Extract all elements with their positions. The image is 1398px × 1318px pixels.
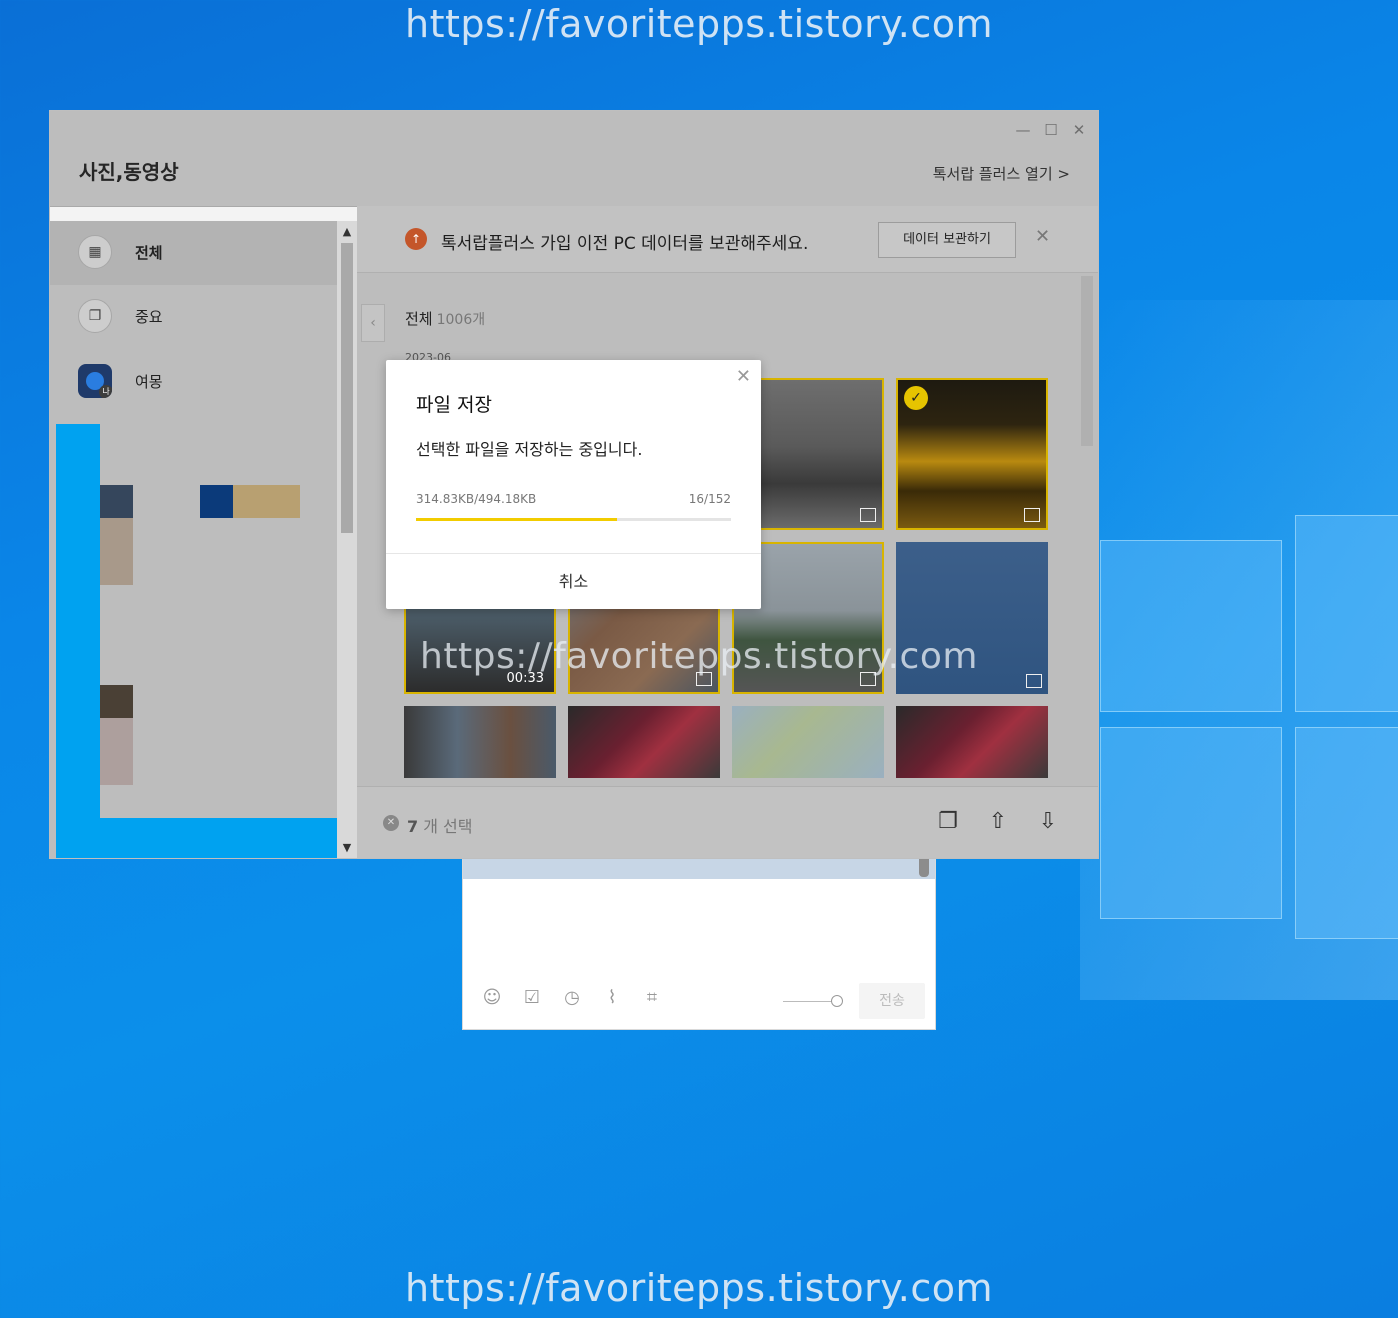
me-badge: 나 xyxy=(99,385,112,398)
windows-logo-pane xyxy=(1100,540,1282,712)
back-arrow-icon[interactable]: ‹ xyxy=(361,304,385,342)
gallery-title-text: 전체 xyxy=(405,310,433,328)
data-backup-button[interactable]: 데이터 보관하기 xyxy=(878,222,1016,258)
redaction-block xyxy=(100,685,133,718)
chat-window: ☺ ☑ ◷ ⌇ ⌗ 전송 xyxy=(462,850,936,1030)
photo-thumbnail[interactable] xyxy=(404,706,556,778)
share-icon[interactable]: ⇧ xyxy=(985,809,1011,835)
bookmark-icon[interactable]: ❐ xyxy=(935,809,961,835)
gallery-title: 전체 1006개 xyxy=(405,308,485,329)
sidebar-scrollbar[interactable]: ▲ ▼ xyxy=(337,221,357,858)
emoji-icon[interactable]: ☺ xyxy=(481,987,503,1009)
scroll-thumb[interactable] xyxy=(341,243,353,533)
banner-close-icon[interactable]: ✕ xyxy=(1035,226,1050,247)
progress-fill xyxy=(416,518,617,521)
photo-type-icon xyxy=(860,508,876,522)
scroll-up-icon[interactable]: ▲ xyxy=(337,225,357,238)
redaction-block xyxy=(200,485,233,518)
send-button[interactable]: 전송 xyxy=(859,983,925,1019)
screenshot-thumbnail[interactable] xyxy=(568,706,720,778)
bookmark-icon: ❐ xyxy=(78,299,112,333)
close-window-button[interactable]: ✕ xyxy=(1069,121,1089,139)
minimize-button[interactable]: — xyxy=(1013,121,1033,139)
chat-scrollbar[interactable] xyxy=(919,855,929,877)
dialog-close-icon[interactable]: ✕ xyxy=(736,366,751,387)
crop-icon[interactable]: ⌗ xyxy=(641,987,663,1009)
progress-bar xyxy=(416,518,731,521)
clear-selection-icon[interactable]: ✕ xyxy=(383,815,399,831)
gallery-count: 1006개 xyxy=(436,312,486,328)
redaction-block xyxy=(100,485,133,518)
selected-check-icon: ✓ xyxy=(904,386,928,410)
map-thumbnail[interactable] xyxy=(732,706,884,778)
download-icon[interactable]: ⇩ xyxy=(1035,809,1061,835)
maximize-button[interactable]: ☐ xyxy=(1041,121,1061,139)
backup-banner: ↑ 톡서랍플러스 가입 이전 PC 데이터를 보관해주세요. 데이터 보관하기 … xyxy=(357,206,1098,273)
screenshot-thumbnail[interactable] xyxy=(896,542,1048,694)
progress-count: 16/152 xyxy=(688,492,731,506)
photo-type-icon xyxy=(1024,508,1040,522)
dialog-title: 파일 저장 xyxy=(416,394,492,416)
chat-toolbar: ☺ ☑ ◷ ⌇ ⌗ xyxy=(481,987,663,1009)
sidebar-item-important[interactable]: ❐ 중요 xyxy=(50,285,337,349)
sidebar-item-label: 여몽 xyxy=(135,373,163,391)
sidebar-item-label: 중요 xyxy=(135,308,163,326)
sidebar-item-all[interactable]: ▦ 전체 xyxy=(50,221,337,285)
windows-logo-pane xyxy=(1295,515,1398,712)
window-title: 사진,동영상 xyxy=(79,160,179,184)
selection-count: 7 개 선택 xyxy=(407,813,472,837)
window-header: — ☐ ✕ 사진,동영상 톡서랍 플러스 열기 > xyxy=(50,111,1098,207)
selected-count: 7 xyxy=(407,817,419,836)
video-duration: 00:33 xyxy=(506,671,544,686)
watermark-bottom: https://favoritepps.tistory.com xyxy=(404,1266,994,1310)
redaction-block xyxy=(100,518,133,585)
open-plus-link[interactable]: 톡서랍 플러스 열기 > xyxy=(933,163,1070,184)
selection-bar: ✕ 7 개 선택 ❐ ⇧ ⇩ xyxy=(357,786,1098,858)
windows-logo-pane xyxy=(1100,727,1282,919)
profile-avatar: 나 xyxy=(78,364,112,398)
watermark-top: https://favoritepps.tistory.com xyxy=(404,2,994,46)
redaction-block xyxy=(233,485,300,518)
photo-thumbnail[interactable]: ✓ xyxy=(896,378,1048,530)
calendar-icon[interactable]: ☑ xyxy=(521,987,543,1009)
redaction-block xyxy=(56,424,100,858)
file-save-dialog: ✕ 파일 저장 선택한 파일을 저장하는 중입니다. 314.83KB/494.… xyxy=(386,360,761,609)
sidebar-item-label: 전체 xyxy=(135,244,163,262)
selected-label: 개 선택 xyxy=(423,817,473,836)
dialog-message: 선택한 파일을 저장하는 중입니다. xyxy=(416,440,643,459)
redaction-block xyxy=(56,818,337,858)
windows-logo-pane xyxy=(1295,727,1398,939)
upload-icon: ↑ xyxy=(405,228,427,250)
scroll-down-icon[interactable]: ▼ xyxy=(337,841,357,854)
grid-icon: ▦ xyxy=(78,235,112,269)
photo-type-icon xyxy=(860,672,876,686)
attachment-icon[interactable]: ⌇ xyxy=(601,987,623,1009)
cancel-button[interactable]: 취소 xyxy=(386,554,761,609)
photo-type-icon xyxy=(1026,674,1042,688)
photo-type-icon xyxy=(696,672,712,686)
gallery-scrollbar[interactable] xyxy=(1081,276,1093,446)
speech-bubble-icon[interactable]: ◷ xyxy=(561,987,583,1009)
opacity-slider-knob[interactable] xyxy=(831,995,843,1007)
sidebar-item-chatroom[interactable]: 나 여몽 xyxy=(50,350,337,414)
banner-text: 톡서랍플러스 가입 이전 PC 데이터를 보관해주세요. xyxy=(441,234,809,254)
progress-size: 314.83KB/494.18KB xyxy=(416,492,537,506)
opacity-slider-track[interactable] xyxy=(783,1001,835,1002)
screenshot-thumbnail[interactable] xyxy=(896,706,1048,778)
redaction-block xyxy=(100,718,133,785)
